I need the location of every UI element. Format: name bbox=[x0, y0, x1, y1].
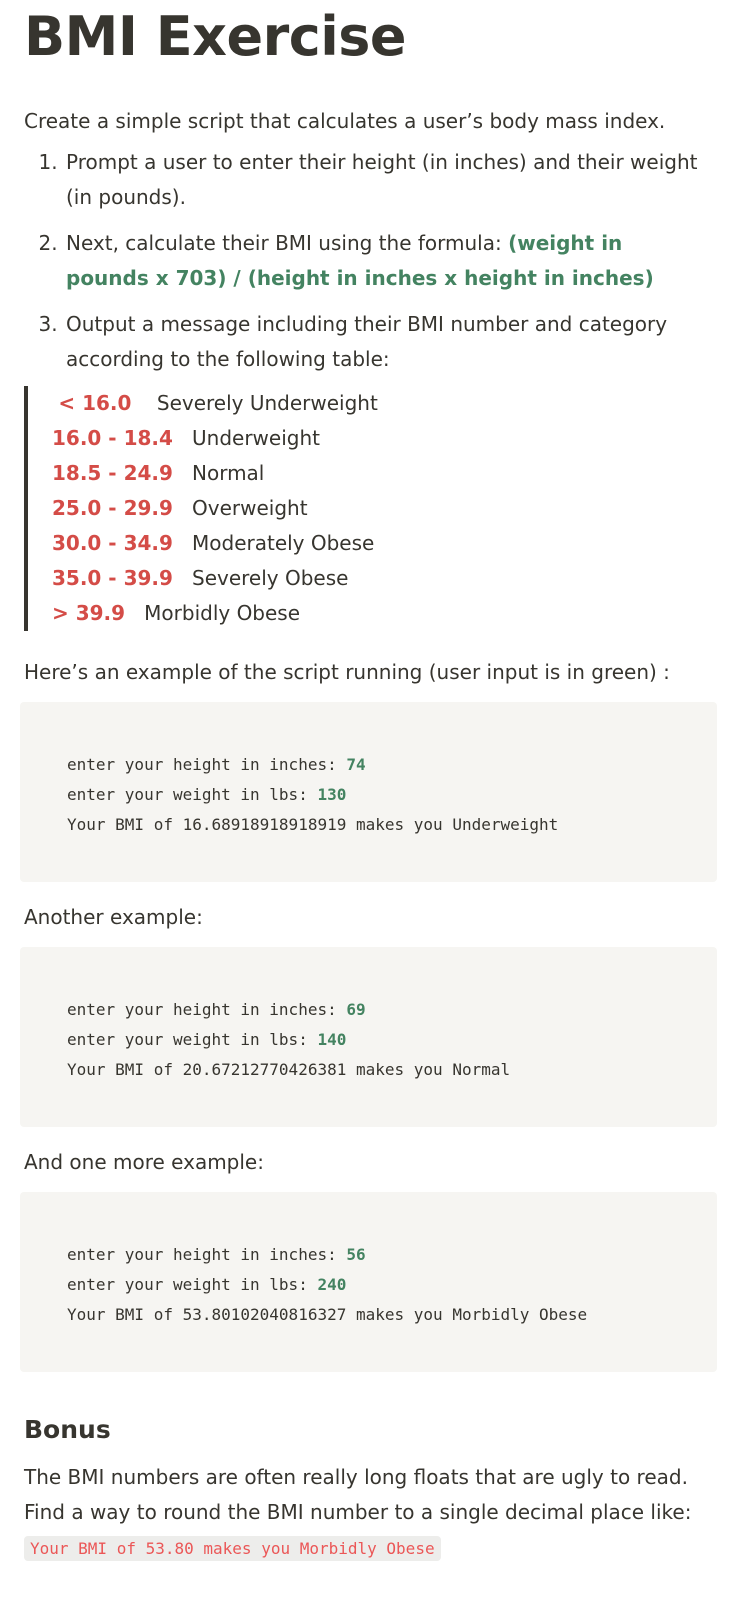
prompt: enter your weight in lbs: bbox=[67, 785, 318, 804]
bmi-range: 18.5 - 24.9 bbox=[52, 461, 173, 485]
bmi-range: 30.0 - 34.9 bbox=[52, 531, 173, 555]
intro-text: Create a simple script that calculates a… bbox=[24, 109, 666, 133]
page: BMI Exercise Create a simple script that… bbox=[0, 0, 745, 1566]
user-input: 140 bbox=[317, 1030, 347, 1049]
bmi-row: > 39.9 Morbidly Obese bbox=[52, 596, 707, 631]
bmi-row: 35.0 - 39.9 Severely Obese bbox=[52, 561, 707, 596]
bmi-category: Morbidly Obese bbox=[144, 601, 301, 625]
bmi-category: Severely Obese bbox=[192, 566, 349, 590]
step-text: Next, calculate their BMI using the form… bbox=[66, 231, 509, 255]
steps-list: Prompt a user to enter their height (in … bbox=[24, 145, 707, 377]
prompt: enter your weight in lbs: bbox=[67, 1030, 318, 1049]
one-more-label: And one more example: bbox=[24, 1150, 264, 1174]
bmi-category: Underweight bbox=[192, 426, 320, 450]
code-block-example-1: enter your height in inches: 74 enter yo… bbox=[20, 702, 717, 882]
code-block-example-3: enter your height in inches: 56 enter yo… bbox=[20, 1192, 717, 1372]
bonus-body: The BMI numbers are often really long fl… bbox=[24, 1465, 692, 1524]
bmi-range: < 16.0 bbox=[58, 391, 132, 415]
step-item: Next, calculate their BMI using the form… bbox=[64, 226, 707, 296]
bmi-category: Normal bbox=[192, 461, 265, 485]
user-input: 74 bbox=[346, 755, 366, 774]
bmi-category: Overweight bbox=[192, 496, 308, 520]
prompt: enter your height in inches: bbox=[67, 755, 347, 774]
user-input: 69 bbox=[346, 1000, 366, 1019]
output-line: Your BMI of 16.68918918918919 makes you … bbox=[67, 815, 559, 834]
bmi-table-quote: < 16.0 Severely Underweight 16.0 - 18.4 … bbox=[24, 386, 707, 631]
output-line: Your BMI of 53.80102040816327 makes you … bbox=[67, 1305, 588, 1324]
prompt: enter your height in inches: bbox=[67, 1000, 347, 1019]
step-item: Output a message including their BMI num… bbox=[64, 307, 707, 377]
step-item: Prompt a user to enter their height (in … bbox=[64, 145, 707, 215]
bmi-row: 30.0 - 34.9 Moderately Obese bbox=[52, 526, 707, 561]
bmi-row: 25.0 - 29.9 Overweight bbox=[52, 491, 707, 526]
bmi-row: 18.5 - 24.9 Normal bbox=[52, 456, 707, 491]
step-text: Prompt a user to enter their height (in … bbox=[66, 150, 698, 209]
bonus-heading: Bonus bbox=[24, 1415, 111, 1444]
bmi-range: 35.0 - 39.9 bbox=[52, 566, 173, 590]
bmi-category: Severely Underweight bbox=[156, 391, 378, 415]
example-intro: Here’s an example of the script running … bbox=[24, 660, 670, 684]
page-title: BMI Exercise bbox=[24, 5, 407, 68]
bmi-category: Moderately Obese bbox=[192, 531, 375, 555]
prompt: enter your height in inches: bbox=[67, 1245, 347, 1264]
bmi-range: 16.0 - 18.4 bbox=[52, 426, 173, 450]
another-label: Another example: bbox=[24, 905, 203, 929]
bmi-range: 25.0 - 29.9 bbox=[52, 496, 173, 520]
user-input: 56 bbox=[346, 1245, 366, 1264]
bmi-row: < 16.0 Severely Underweight bbox=[52, 386, 707, 421]
output-line: Your BMI of 20.67212770426381 makes you … bbox=[67, 1060, 511, 1079]
bmi-row: 16.0 - 18.4 Underweight bbox=[52, 421, 707, 456]
prompt: enter your weight in lbs: bbox=[67, 1275, 318, 1294]
bonus-text: The BMI numbers are often really long fl… bbox=[24, 1460, 707, 1566]
step-text: Output a message including their BMI num… bbox=[66, 312, 668, 371]
inline-code: Your BMI of 53.80 makes you Morbidly Obe… bbox=[24, 1536, 441, 1561]
user-input: 240 bbox=[317, 1275, 347, 1294]
user-input: 130 bbox=[317, 785, 347, 804]
bmi-range: > 39.9 bbox=[52, 601, 126, 625]
code-block-example-2: enter your height in inches: 69 enter yo… bbox=[20, 947, 717, 1127]
